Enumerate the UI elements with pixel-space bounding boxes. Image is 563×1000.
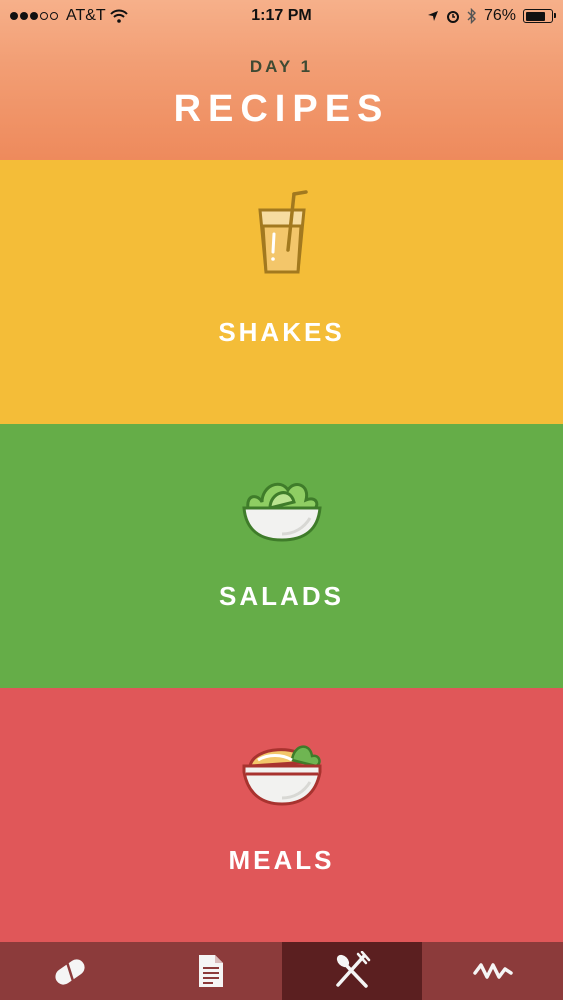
signal-strength-icon [10, 12, 58, 20]
activity-icon [472, 963, 513, 979]
bluetooth-icon [467, 8, 476, 24]
wifi-icon [109, 9, 128, 23]
document-icon [199, 955, 224, 987]
meal-bowl-icon [0, 738, 563, 810]
tab-plan[interactable] [141, 942, 282, 1000]
category-label: MEALS [228, 845, 335, 875]
category-shakes[interactable]: SHAKES [0, 160, 563, 424]
carrier-label: AT&T [66, 7, 106, 24]
pill-icon [55, 959, 85, 985]
category-label: SHAKES [218, 317, 345, 347]
tab-bar [0, 942, 563, 1000]
battery-percent: 76% [483, 7, 516, 24]
location-icon [427, 11, 438, 21]
status-bar: AT&T 1:17 PM 76% [0, 0, 563, 32]
day-label: DAY 1 [249, 57, 314, 76]
fork-spoon-icon [336, 951, 371, 988]
category-salads[interactable]: SALADS [0, 424, 563, 688]
salad-bowl-icon [0, 472, 563, 544]
category-meals[interactable]: MEALS [0, 688, 563, 952]
battery-level-fill [525, 11, 545, 21]
shake-glass-icon [0, 190, 563, 280]
tab-supplements[interactable] [0, 942, 141, 1000]
header: AT&T 1:17 PM 76% DAY 1 RECIPES [0, 0, 563, 160]
alarm-icon [446, 11, 459, 23]
tab-recipes[interactable] [281, 942, 423, 1000]
page-title: RECIPES [173, 88, 390, 130]
battery-icon [523, 9, 556, 23]
category-label: SALADS [219, 581, 344, 611]
tab-progress[interactable] [422, 942, 563, 1000]
